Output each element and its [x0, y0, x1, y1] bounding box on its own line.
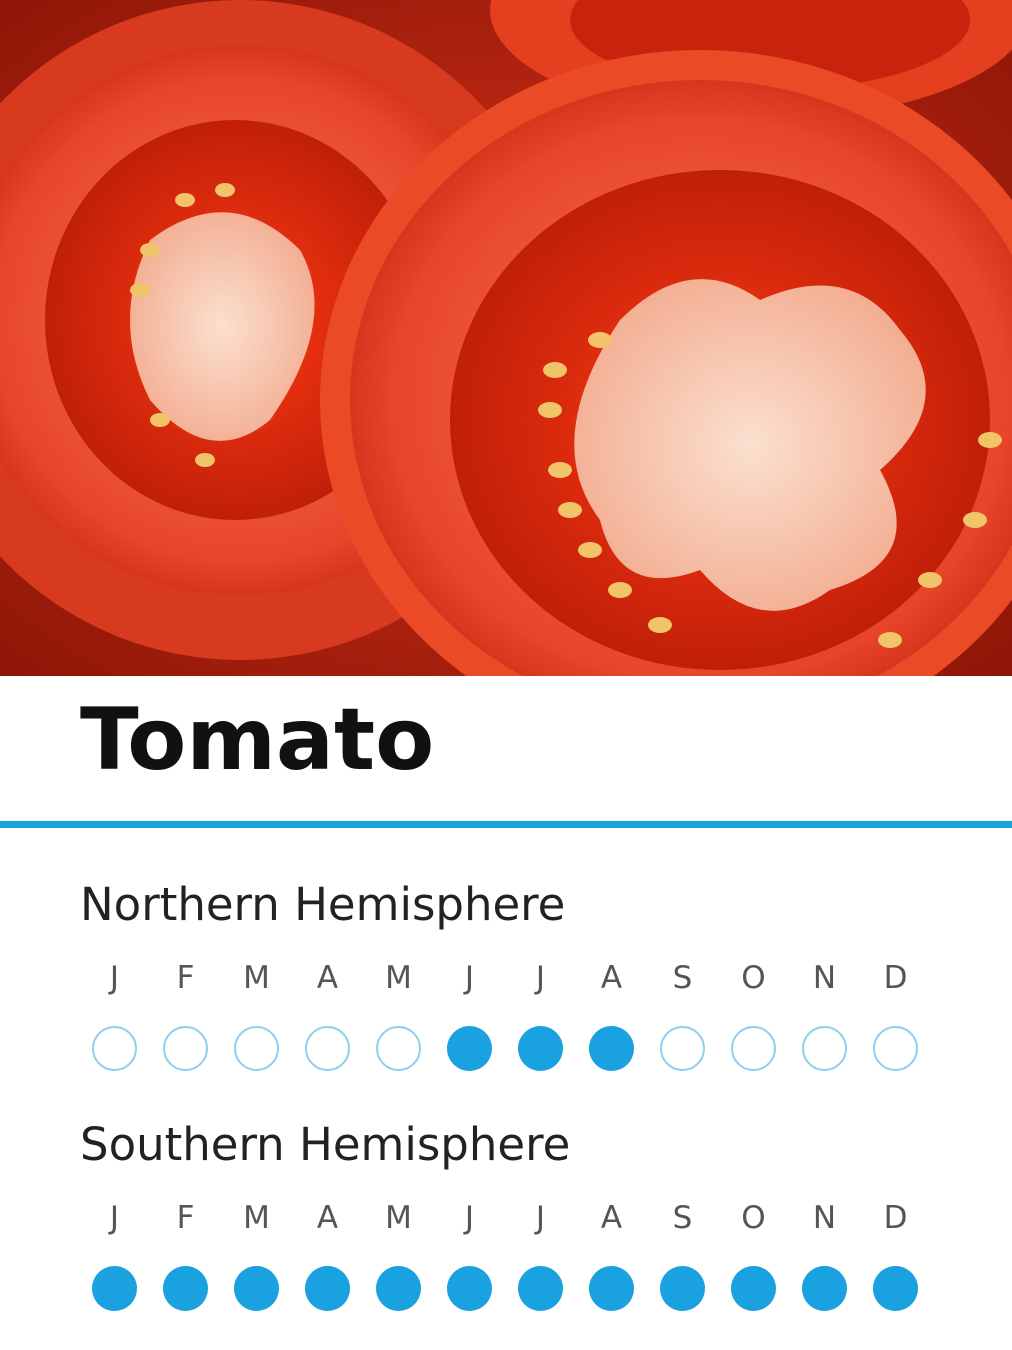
month-label: O: [741, 960, 766, 996]
season-indicator: [802, 1266, 847, 1311]
month-column: M: [221, 1198, 292, 1311]
month-column: S: [647, 1198, 718, 1311]
month-label: F: [176, 1200, 195, 1236]
season-indicator: [163, 1266, 208, 1311]
month-column: J: [79, 958, 150, 1071]
month-column: S: [647, 958, 718, 1071]
northern-months-row: J F M A M J J A S O N D: [79, 958, 931, 1071]
month-column: J: [505, 1198, 576, 1311]
month-column: A: [292, 958, 363, 1071]
season-indicator: [660, 1266, 705, 1311]
month-label: S: [672, 1200, 693, 1236]
month-label: M: [385, 960, 412, 996]
month-label: J: [109, 1200, 120, 1236]
month-column: A: [576, 1198, 647, 1311]
season-indicator: [660, 1026, 705, 1071]
season-indicator: [376, 1266, 421, 1311]
tomato-hero-image: [0, 0, 1012, 676]
season-indicator: [518, 1026, 563, 1071]
season-indicator: [376, 1026, 421, 1071]
month-label: N: [812, 960, 837, 996]
month-label: M: [243, 960, 270, 996]
season-indicator: [92, 1026, 137, 1071]
season-indicator: [589, 1266, 634, 1311]
month-label: D: [883, 1200, 908, 1236]
southern-months-row: J F M A M J J A S O N D: [79, 1198, 931, 1311]
month-label: D: [883, 960, 908, 996]
month-label: J: [535, 960, 546, 996]
month-label: S: [672, 960, 693, 996]
southern-hemisphere-title: Southern Hemisphere: [80, 1118, 571, 1171]
month-label: J: [464, 1200, 475, 1236]
season-indicator: [305, 1266, 350, 1311]
month-label: J: [464, 960, 475, 996]
season-indicator: [518, 1266, 563, 1311]
month-column: O: [718, 958, 789, 1071]
month-column: N: [789, 958, 860, 1071]
month-column: D: [860, 1198, 931, 1311]
season-indicator: [163, 1026, 208, 1071]
season-indicator: [234, 1266, 279, 1311]
season-indicator: [234, 1026, 279, 1071]
month-label: A: [600, 960, 623, 996]
northern-hemisphere-title: Northern Hemisphere: [80, 878, 566, 931]
month-column: F: [150, 958, 221, 1071]
divider: [0, 821, 1012, 828]
month-column: N: [789, 1198, 860, 1311]
month-label: A: [600, 1200, 623, 1236]
month-label: O: [741, 1200, 766, 1236]
season-indicator: [731, 1026, 776, 1071]
month-label: J: [535, 1200, 546, 1236]
season-indicator: [447, 1266, 492, 1311]
month-column: F: [150, 1198, 221, 1311]
season-indicator: [447, 1026, 492, 1071]
month-column: D: [860, 958, 931, 1071]
month-column: A: [292, 1198, 363, 1311]
season-indicator: [802, 1026, 847, 1071]
month-label: A: [316, 1200, 339, 1236]
season-indicator: [873, 1266, 918, 1311]
month-column: A: [576, 958, 647, 1071]
month-label: A: [316, 960, 339, 996]
month-column: M: [363, 958, 434, 1071]
month-column: J: [505, 958, 576, 1071]
page-title: Tomato: [80, 690, 435, 790]
month-label: M: [385, 1200, 412, 1236]
month-label: N: [812, 1200, 837, 1236]
month-column: J: [79, 1198, 150, 1311]
season-indicator: [92, 1266, 137, 1311]
month-label: J: [109, 960, 120, 996]
month-column: M: [363, 1198, 434, 1311]
season-indicator: [305, 1026, 350, 1071]
month-column: O: [718, 1198, 789, 1311]
month-label: F: [176, 960, 195, 996]
season-indicator: [873, 1026, 918, 1071]
month-column: J: [434, 958, 505, 1071]
month-column: J: [434, 1198, 505, 1311]
season-indicator: [589, 1026, 634, 1071]
month-label: M: [243, 1200, 270, 1236]
month-column: M: [221, 958, 292, 1071]
season-indicator: [731, 1266, 776, 1311]
